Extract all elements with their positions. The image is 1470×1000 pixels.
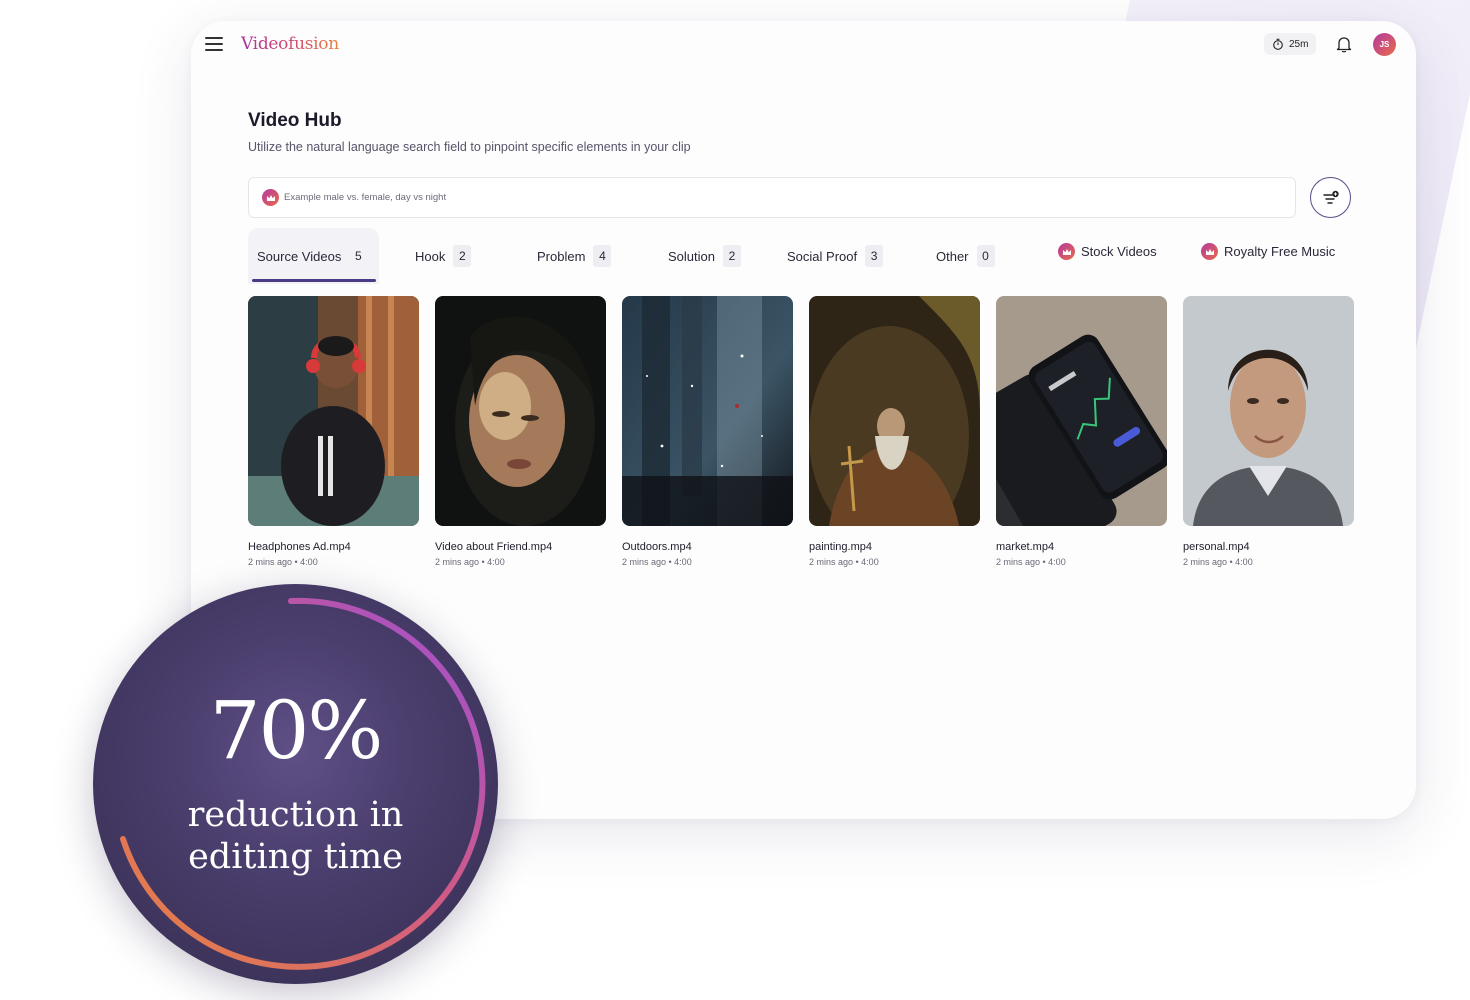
tab-label: Royalty Free Music	[1224, 244, 1336, 259]
video-meta: 2 mins ago • 4:00	[809, 557, 879, 567]
crown-icon	[1058, 243, 1075, 260]
timer-value: 25m	[1289, 38, 1309, 50]
crown-icon	[1201, 243, 1218, 260]
tab-label: Other	[936, 248, 969, 264]
tab-count: 5	[354, 249, 362, 263]
tab-other[interactable]: Other 0	[936, 228, 995, 284]
tab-royalty-free-music[interactable]: Royalty Free Music	[1201, 243, 1335, 260]
video-name: market.mp4	[996, 541, 1055, 553]
video-card[interactable]: Outdoors.mp4 2 mins ago • 4:00	[622, 296, 793, 567]
crown-icon	[262, 189, 279, 206]
tab-label: Source Videos	[257, 248, 342, 264]
tab-label: Solution	[668, 248, 715, 264]
video-name: Video about Friend.mp4	[435, 541, 553, 553]
stopwatch-icon	[1273, 38, 1283, 50]
stat-badge: 70% reduction in editing time	[93, 584, 498, 984]
tab-label: Problem	[537, 248, 586, 264]
video-card[interactable]: Headphones Ad.mp4 2 mins ago • 4:00	[248, 296, 419, 567]
tab-count: 4	[593, 245, 612, 267]
stat-value: 70%	[209, 684, 384, 777]
tab-source-videos[interactable]: Source Videos 5	[248, 228, 379, 284]
video-thumbnail	[248, 296, 419, 526]
video-name: painting.mp4	[809, 541, 872, 553]
tab-count: 0	[976, 245, 995, 267]
video-meta: 2 mins ago • 4:00	[996, 557, 1066, 567]
video-card[interactable]: Video about Friend.mp4 2 mins ago • 4:00	[435, 296, 606, 567]
filter-button[interactable]	[1310, 177, 1351, 218]
hamburger-menu-icon[interactable]	[205, 37, 223, 51]
video-card[interactable]: personal.mp4 2 mins ago • 4:00	[1183, 296, 1354, 567]
tab-label: Stock Videos	[1081, 244, 1157, 259]
video-thumbnail	[996, 296, 1167, 526]
page-title: Video Hub	[248, 110, 342, 131]
tab-stock-videos[interactable]: Stock Videos	[1058, 243, 1157, 260]
page-subtitle: Utilize the natural language search fiel…	[248, 140, 691, 154]
video-thumbnail	[435, 296, 606, 526]
video-name: personal.mp4	[1183, 541, 1250, 553]
progress-ring	[120, 597, 486, 970]
tab-label: Social Proof	[787, 248, 858, 264]
video-thumbnail	[1183, 296, 1354, 526]
app-logo[interactable]: Videofusion	[241, 34, 339, 54]
tab-count: 2	[722, 245, 741, 267]
tab-label: Hook	[415, 248, 446, 264]
video-meta: 2 mins ago • 4:00	[1183, 557, 1253, 567]
tab-count: 2	[453, 245, 472, 267]
filter-icon	[1322, 190, 1339, 204]
tab-hook[interactable]: Hook 2	[415, 228, 472, 284]
video-meta: 2 mins ago • 4:00	[622, 557, 692, 567]
video-name: Outdoors.mp4	[622, 541, 692, 553]
search-input[interactable]	[284, 192, 1184, 203]
video-name: Headphones Ad.mp4	[248, 541, 351, 553]
tab-solution[interactable]: Solution 2	[668, 228, 741, 284]
video-thumbnail	[809, 296, 980, 526]
video-card[interactable]: market.mp4 2 mins ago • 4:00	[996, 296, 1167, 567]
tab-count: 3	[865, 245, 884, 267]
timer-badge[interactable]: 25m	[1264, 33, 1317, 55]
search-bar[interactable]	[248, 177, 1296, 218]
video-meta: 2 mins ago • 4:00	[248, 557, 318, 567]
active-tab-indicator	[252, 279, 376, 282]
stat-label: reduction in editing time	[187, 795, 404, 877]
tab-social-proof[interactable]: Social Proof 3	[787, 228, 884, 284]
tab-problem[interactable]: Problem 4	[537, 228, 612, 284]
bell-icon[interactable]	[1335, 35, 1353, 53]
video-card[interactable]: painting.mp4 2 mins ago • 4:00	[809, 296, 980, 567]
video-thumbnail	[622, 296, 793, 526]
video-meta: 2 mins ago • 4:00	[435, 557, 505, 567]
avatar[interactable]: JS	[1373, 33, 1396, 56]
